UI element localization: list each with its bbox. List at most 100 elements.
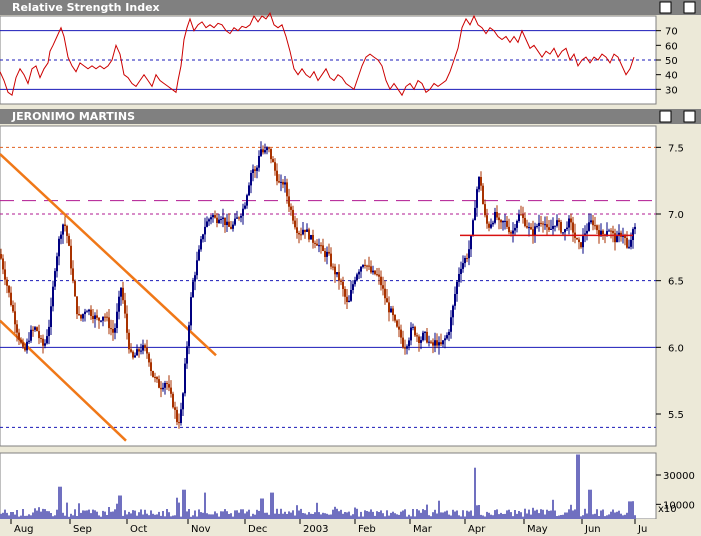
volume-bar bbox=[2, 512, 4, 519]
volume-bar bbox=[308, 512, 310, 519]
price-bar-body bbox=[470, 235, 472, 250]
volume-bar bbox=[554, 510, 556, 519]
volume-bar bbox=[22, 509, 24, 519]
volume-bar bbox=[488, 512, 490, 519]
volume-bar bbox=[334, 506, 336, 519]
price-minimize-button[interactable] bbox=[659, 110, 672, 123]
price-bar-body bbox=[546, 224, 548, 228]
price-bar-body bbox=[492, 222, 494, 225]
price-bar-body bbox=[390, 308, 392, 313]
price-bar-body bbox=[414, 326, 416, 336]
volume-bar bbox=[122, 515, 124, 519]
price-pane-background bbox=[0, 125, 657, 447]
price-bar-body bbox=[588, 222, 590, 231]
volume-bar bbox=[532, 507, 534, 519]
volume-bar bbox=[270, 492, 272, 519]
price-bar-body bbox=[472, 220, 474, 236]
volume-bar bbox=[260, 498, 262, 519]
price-bar-body bbox=[208, 219, 210, 222]
price-bar-body bbox=[496, 212, 498, 218]
rsi-minimize-button[interactable] bbox=[659, 1, 672, 14]
price-bar-body bbox=[402, 337, 404, 348]
price-bar-body bbox=[344, 289, 346, 297]
volume-bar bbox=[28, 514, 30, 519]
price-bar-body bbox=[340, 280, 342, 282]
volume-bar bbox=[466, 510, 468, 519]
price-bar-body bbox=[312, 235, 314, 243]
price-bar-body bbox=[246, 195, 248, 206]
volume-bar bbox=[132, 510, 134, 519]
price-bar-body bbox=[244, 205, 246, 209]
price-bar-body bbox=[158, 379, 160, 388]
x-tick-label: Ju bbox=[637, 524, 647, 535]
volume-bar bbox=[500, 512, 502, 519]
price-close-button[interactable] bbox=[683, 110, 696, 123]
price-bar-body bbox=[630, 239, 632, 247]
price-bar-body bbox=[236, 217, 238, 219]
price-tick-label: 7.0 bbox=[668, 210, 684, 221]
volume-bar bbox=[408, 514, 410, 519]
price-bar-body bbox=[132, 351, 134, 358]
volume-bar bbox=[240, 509, 242, 519]
volume-bar bbox=[492, 515, 494, 519]
volume-bar bbox=[184, 489, 186, 519]
volume-bar bbox=[508, 509, 510, 519]
price-bar-body bbox=[194, 275, 196, 282]
price-bar-body bbox=[302, 229, 304, 235]
price-bar-body bbox=[112, 329, 114, 333]
price-bar-body bbox=[520, 214, 522, 216]
x-tick-label: Sep bbox=[73, 524, 92, 535]
volume-bar bbox=[486, 511, 488, 519]
volume-bar bbox=[158, 511, 160, 519]
volume-bar bbox=[40, 511, 42, 519]
volume-bar bbox=[428, 515, 430, 519]
price-bar-body bbox=[550, 228, 552, 230]
volume-bar bbox=[296, 505, 298, 519]
price-bar-body bbox=[378, 274, 380, 277]
price-bar-body bbox=[454, 294, 456, 306]
volume-bar bbox=[338, 511, 340, 519]
volume-bar bbox=[314, 512, 316, 519]
volume-bar bbox=[558, 515, 560, 519]
volume-bar bbox=[390, 512, 392, 519]
volume-bar bbox=[204, 492, 206, 519]
volume-bar bbox=[224, 509, 226, 519]
volume-bar bbox=[64, 515, 66, 519]
volume-bar bbox=[484, 516, 486, 519]
volume-bar bbox=[578, 454, 580, 519]
price-bar-body bbox=[78, 314, 80, 315]
price-bar-body bbox=[182, 393, 184, 410]
volume-bar bbox=[186, 511, 188, 519]
volume-bar bbox=[232, 516, 234, 519]
volume-bar bbox=[528, 509, 530, 519]
volume-bar bbox=[88, 509, 90, 519]
volume-bar bbox=[108, 507, 110, 519]
price-bar-body bbox=[462, 263, 464, 269]
volume-bar bbox=[144, 509, 146, 519]
volume-bar bbox=[202, 512, 204, 519]
volume-bar bbox=[384, 516, 386, 519]
price-bar-body bbox=[310, 235, 312, 240]
volume-unit-label: x10 bbox=[658, 504, 677, 515]
volume-bar bbox=[162, 511, 164, 519]
volume-bar bbox=[330, 514, 332, 519]
price-bar-body bbox=[258, 156, 260, 168]
price-bar-body bbox=[70, 245, 72, 269]
price-bar-body bbox=[316, 243, 318, 246]
price-bar-body bbox=[120, 287, 122, 297]
price-bar-body bbox=[96, 315, 98, 318]
volume-bar bbox=[310, 513, 312, 519]
price-bar-body bbox=[592, 220, 594, 226]
price-bar-body bbox=[348, 300, 350, 302]
volume-bar bbox=[496, 509, 498, 519]
price-bar-body bbox=[428, 341, 430, 343]
volume-bar bbox=[198, 509, 200, 519]
volume-bar bbox=[590, 489, 592, 519]
price-bar-body bbox=[74, 281, 76, 297]
volume-bar bbox=[80, 512, 82, 519]
rsi-close-button[interactable] bbox=[683, 1, 696, 14]
price-bar-body bbox=[268, 147, 270, 149]
volume-bar bbox=[188, 509, 190, 519]
price-bar-body bbox=[160, 387, 162, 390]
price-bar-body bbox=[556, 220, 558, 226]
